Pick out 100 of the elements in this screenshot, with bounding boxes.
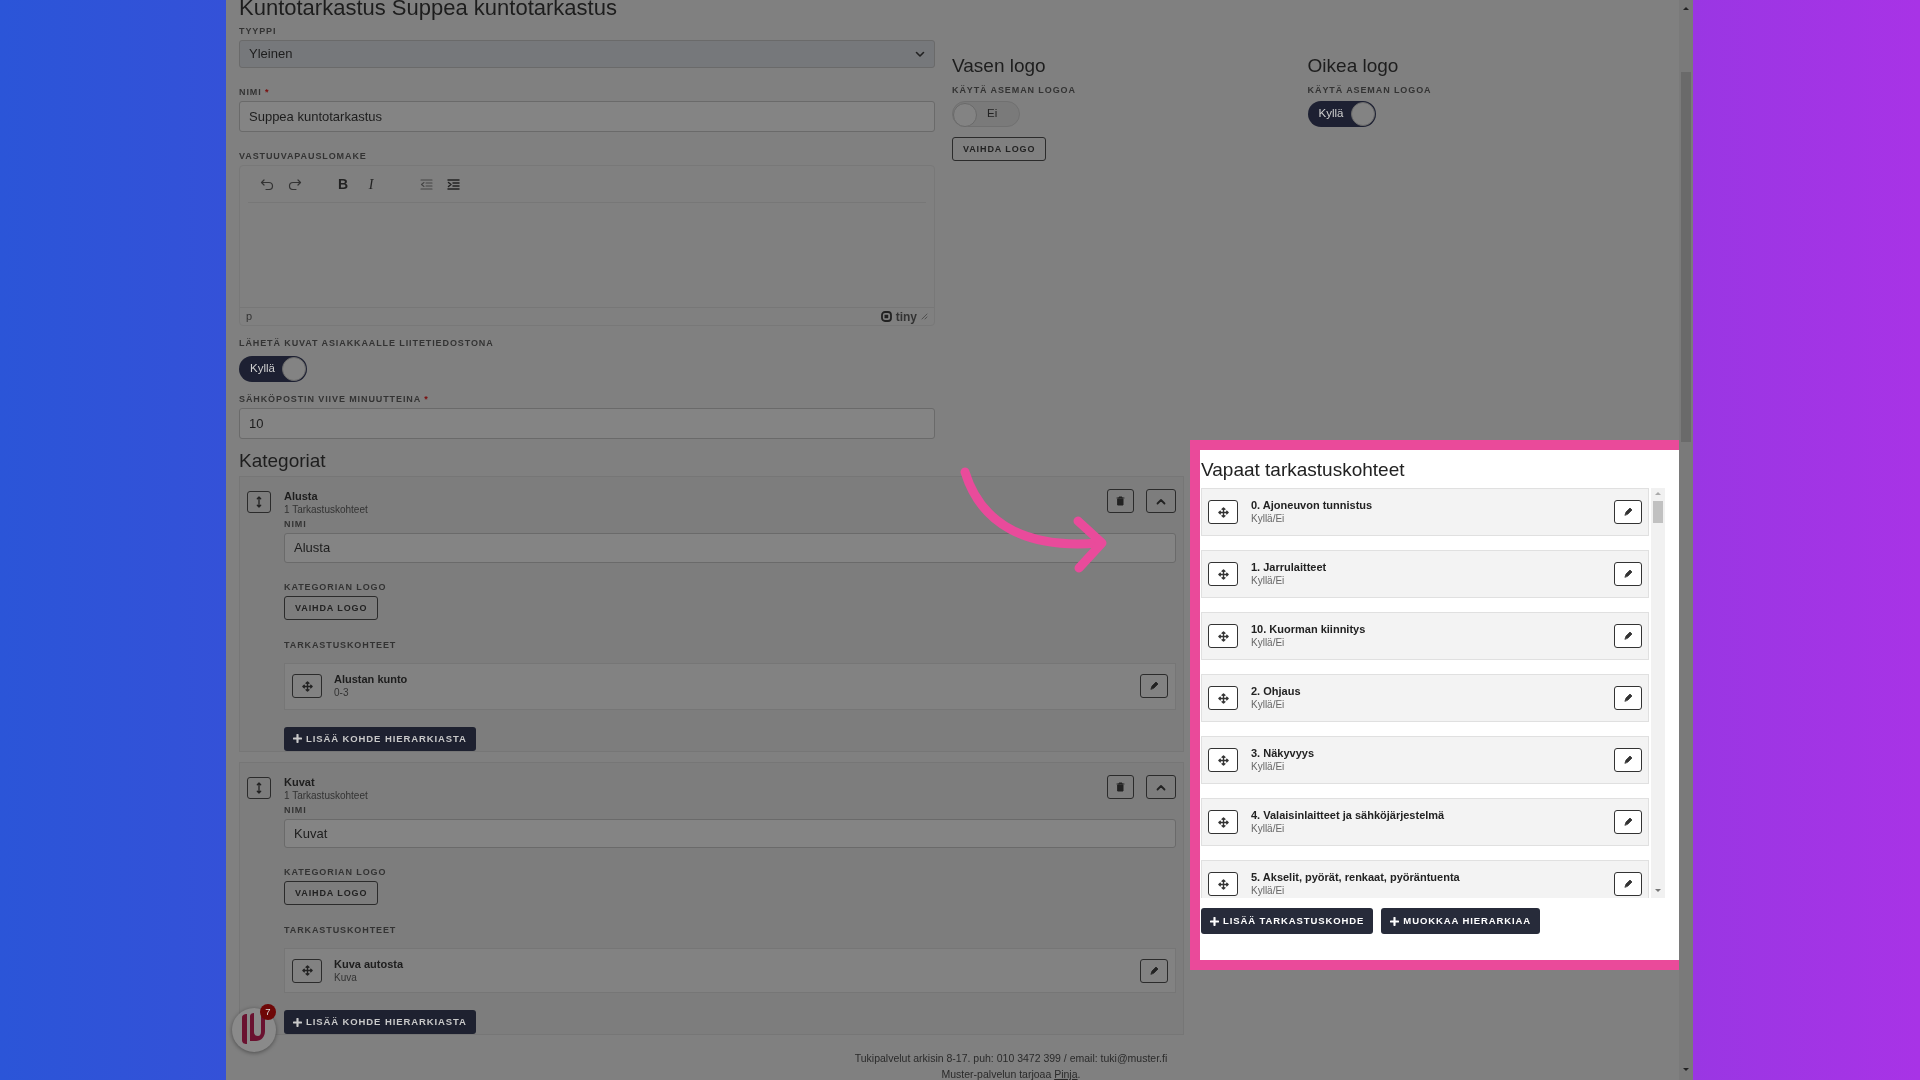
item-title: 10. Kuorman kiinnitys [1251, 622, 1367, 636]
toggle-switch[interactable]: Kyllä [239, 356, 307, 382]
name-input[interactable]: Kuvat [284, 819, 1176, 849]
vertical-arrows-icon [256, 782, 262, 794]
field-label: TARKASTUSKOHTEET [284, 925, 398, 937]
move-button[interactable] [292, 958, 322, 983]
item-subtitle: Kyllä/Ei [1251, 884, 1286, 898]
toggle-switch[interactable]: Kyllä [1307, 101, 1376, 127]
plus-icon [293, 734, 302, 744]
trash-icon [1116, 782, 1125, 792]
collapse-button[interactable] [1146, 489, 1176, 513]
edit-button[interactable] [1614, 748, 1642, 772]
provider-link[interactable]: Pinja [1054, 1068, 1078, 1080]
section-heading: Kategoriat [239, 449, 327, 473]
move-icon [1217, 816, 1229, 828]
pencil-icon [1623, 631, 1633, 641]
item-title: 5. Akselit, pyörät, renkaat, pyöräntuenta [1251, 870, 1461, 884]
name-input[interactable]: Suppea kuntotarkastus [239, 101, 935, 132]
section-heading: Vasen logo [952, 54, 1046, 78]
item-subtitle: Kyllä/Ei [1251, 636, 1286, 650]
move-icon [1217, 692, 1229, 704]
move-icon [301, 680, 313, 692]
add-button[interactable] [1208, 748, 1238, 772]
plus-icon [293, 1017, 302, 1027]
edit-button[interactable] [1614, 500, 1642, 524]
section-heading: Oikea logo [1307, 54, 1399, 78]
chevron-up-icon [1156, 497, 1166, 505]
redo-icon[interactable] [288, 178, 302, 190]
add-button[interactable] [1208, 624, 1238, 648]
item-subtitle: Kyllä/Ei [1251, 698, 1286, 712]
scrollbar[interactable] [1651, 488, 1665, 898]
delay-input[interactable]: 10 [239, 408, 935, 439]
move-icon [1217, 878, 1229, 890]
add-button[interactable] [1208, 686, 1238, 710]
pencil-icon [1623, 507, 1633, 517]
add-button[interactable] [1208, 810, 1238, 834]
resize-handle-icon[interactable] [921, 313, 928, 320]
scrollbar[interactable] [1679, 0, 1693, 1080]
delete-button[interactable] [1107, 489, 1134, 513]
drag-handle[interactable] [247, 491, 271, 513]
undo-icon[interactable] [260, 178, 274, 190]
name-input[interactable]: Alusta [284, 533, 1176, 564]
pencil-icon [1623, 817, 1633, 827]
item-subtitle: Kyllä/Ei [1251, 574, 1286, 588]
item-subtitle: 0-3 [334, 686, 350, 701]
edit-button[interactable] [1614, 686, 1642, 710]
collapse-button[interactable] [1146, 775, 1176, 799]
field-label: NIMI * [239, 87, 271, 98]
item-title: 0. Ajoneuvon tunnistus [1251, 498, 1374, 512]
change-logo-button[interactable]: VAIHDA LOGO [284, 881, 379, 906]
italic-button[interactable]: I [364, 173, 378, 195]
chevron-up-icon [1156, 783, 1166, 791]
field-label: KÄYTÄ ASEMAN LOGOA [1307, 85, 1432, 96]
add-button[interactable] [1208, 562, 1238, 586]
chat-launcher[interactable] [232, 1008, 276, 1052]
add-from-hierarchy-button[interactable]: LISÄÄ KOHDE HIERARKIASTA [284, 1010, 476, 1034]
item-title: Alustan kunto [334, 672, 409, 687]
item-count: 1 Tarkastuskohteet [284, 789, 368, 803]
change-logo-button[interactable]: VAIHDA LOGO [952, 137, 1047, 161]
edit-button[interactable] [1614, 562, 1642, 586]
edit-button[interactable] [1614, 872, 1642, 896]
delete-button[interactable] [1107, 775, 1134, 799]
move-icon [1217, 754, 1229, 766]
move-icon [301, 965, 313, 977]
pencil-icon [1623, 755, 1633, 765]
pencil-icon [1623, 569, 1633, 579]
indent-icon[interactable] [447, 178, 460, 190]
pencil-icon [1623, 693, 1633, 703]
move-button[interactable] [292, 674, 322, 699]
add-item-button[interactable]: LISÄÄ TARKASTUSKOHDE [1201, 908, 1374, 934]
add-button[interactable] [1208, 500, 1238, 524]
edit-button[interactable] [1614, 624, 1642, 648]
field-label: NIMI [284, 519, 308, 530]
item-title: 2. Ohjaus [1251, 684, 1302, 698]
item-subtitle: Kyllä/Ei [1251, 760, 1286, 774]
pencil-icon [1149, 681, 1159, 692]
trash-icon [1116, 496, 1125, 506]
toggle-switch[interactable]: Ei [952, 101, 1020, 127]
field-label: KATEGORIAN LOGO [284, 867, 388, 879]
move-icon [1217, 506, 1229, 518]
edit-button[interactable] [1614, 810, 1642, 834]
edit-hierarchy-button[interactable]: MUOKKAA HIERARKIAA [1381, 908, 1541, 934]
change-logo-button[interactable]: VAIHDA LOGO [284, 596, 379, 621]
type-select[interactable]: Yleinen [239, 40, 935, 68]
rich-text-editor[interactable]: B I p tiny [239, 165, 935, 326]
move-icon [1217, 630, 1229, 642]
item-subtitle: Kyllä/Ei [1251, 512, 1286, 526]
add-from-hierarchy-button[interactable]: LISÄÄ KOHDE HIERARKIASTA [284, 726, 476, 751]
pencil-icon [1149, 965, 1159, 976]
field-label: TARKASTUSKOHTEET [284, 640, 398, 652]
brand-name: tiny [895, 308, 917, 326]
plus-icon [1390, 916, 1400, 926]
drag-handle[interactable] [247, 777, 271, 799]
bold-button[interactable]: B [336, 173, 350, 195]
add-button[interactable] [1208, 872, 1238, 896]
credit-text: Muster-palvelun tarjoaa Pinja. [940, 1067, 1082, 1080]
item-title: 4. Valaisinlaitteet ja sähköjärjestelmä [1251, 808, 1446, 822]
element-path: p [246, 309, 253, 325]
vertical-arrows-icon [256, 496, 262, 508]
select-value: Yleinen [249, 45, 293, 64]
